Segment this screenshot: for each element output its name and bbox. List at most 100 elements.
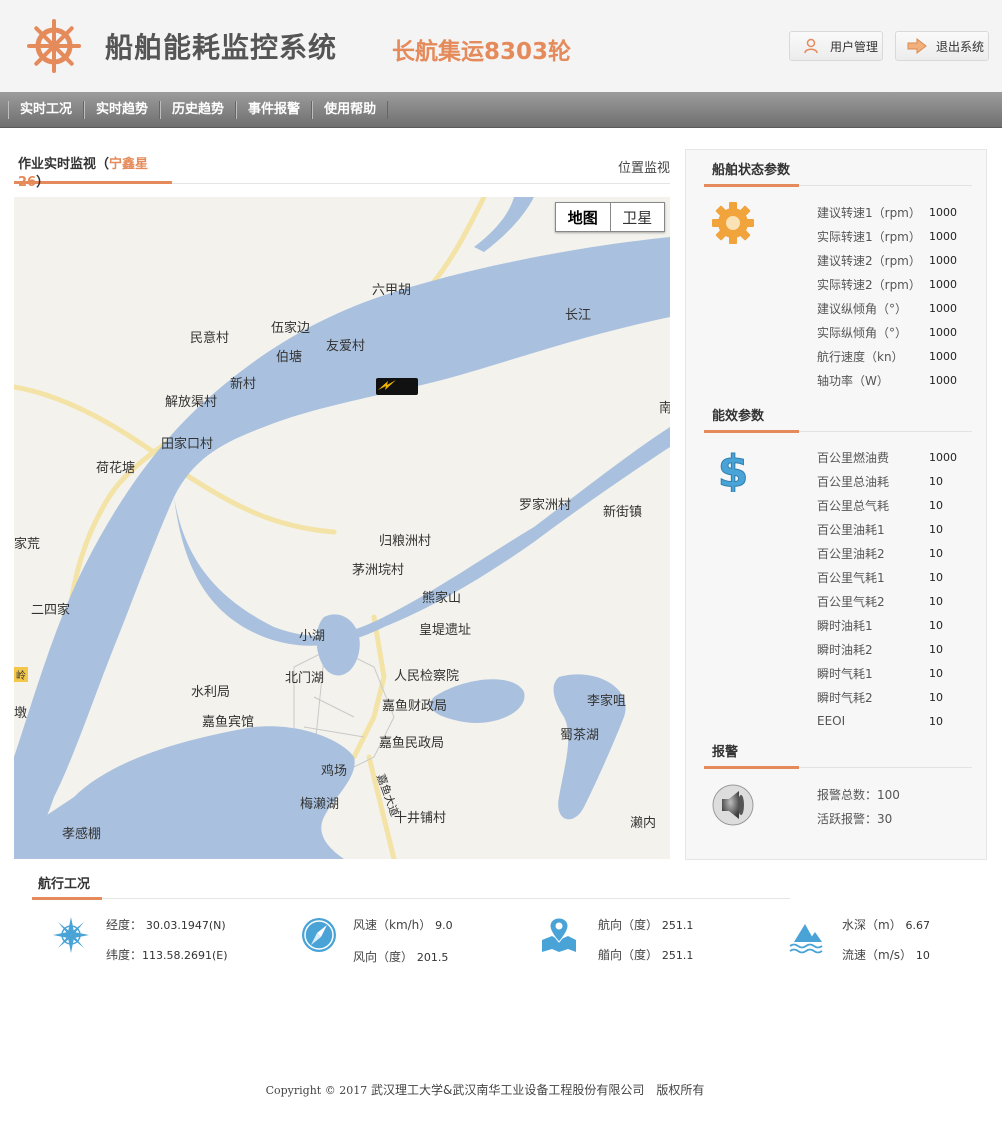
map-label: 伯塘	[276, 350, 303, 365]
nav-item-help[interactable]: 使用帮助	[312, 100, 389, 119]
alarm-header: 报警	[704, 732, 972, 769]
efficiency-row: 百公里总油耗 10	[817, 474, 943, 489]
sailing-header: 航行工况	[32, 872, 790, 900]
ship-status-row: 实际转速2（rpm） 1000	[817, 277, 957, 292]
user-management-label: 用户管理	[830, 39, 879, 54]
position-monitor-link[interactable]: 位置监视	[618, 157, 670, 176]
map-label: 皇堤遗址	[419, 623, 472, 638]
nav-item-history-trend[interactable]: 历史趋势	[160, 100, 237, 119]
efficiency-row: 百公里气耗1 10	[817, 570, 943, 585]
speaker-icon	[712, 784, 754, 826]
map-pin-icon	[542, 917, 576, 952]
map-label: 家荒	[14, 537, 41, 552]
map-label: 罗家洲村	[519, 498, 572, 513]
map-label: 田家口村	[161, 437, 214, 452]
efficiency-row: 百公里燃油费 1000	[817, 450, 957, 465]
map-type-toggle: 地图 卫星	[555, 202, 665, 232]
footer-copyright: Copyright © 2017 武汉理工大学&武汉南华工业设备工程股份有限公司…	[265, 1083, 705, 1097]
nav-item-realtime-trend[interactable]: 实时趋势	[84, 100, 161, 119]
compass-rose-icon	[53, 917, 89, 953]
system-title: 船舶能耗监控系统	[105, 31, 338, 64]
alarm-title: 报警	[704, 741, 799, 769]
heading-readout: 艏向（度） 251.1	[598, 948, 694, 962]
efficiency-header: 能效参数	[704, 396, 972, 433]
user-icon	[800, 37, 822, 55]
alarm-total: 报警总数：100	[817, 787, 900, 802]
water-depth-icon	[789, 924, 823, 954]
map-label: 归粮洲村	[379, 534, 432, 549]
sailing-title: 航行工况	[32, 873, 102, 900]
ship-status-row: 实际转速1（rpm） 1000	[817, 229, 957, 244]
map-type-map-button[interactable]: 地图	[556, 203, 611, 231]
course-readout: 航向（度） 251.1	[598, 918, 694, 932]
main-nav: 实时工况 实时趋势 历史趋势 事件报警 使用帮助	[0, 92, 1002, 128]
efficiency-title: 能效参数	[704, 405, 799, 433]
monitor-header: 作业实时监视（宁鑫星26） 位置监视	[14, 150, 670, 190]
map-label: 岭	[14, 667, 28, 682]
map-label: 熊家山	[422, 591, 462, 606]
wind-speed-readout: 风速（km/h） 9.0	[353, 918, 453, 932]
ship-position-marker[interactable]	[376, 378, 418, 395]
map-label: 蜀茶湖	[560, 728, 600, 743]
map-label: 孝感棚	[62, 827, 102, 842]
header: 船舶能耗监控系统 长航集运8303轮 用户管理 退出系统	[0, 0, 1002, 92]
efficiency-row: 百公里油耗1 10	[817, 522, 943, 537]
exit-system-button[interactable]: 退出系统	[895, 31, 989, 61]
map-label: 濑内	[630, 816, 657, 831]
map-label: 嘉鱼财政局	[382, 699, 448, 714]
map-label: 荷花塘	[96, 461, 136, 476]
nav-item-realtime-status[interactable]: 实时工况	[8, 100, 85, 119]
map-label: 梅濑湖	[300, 797, 340, 812]
nav-item-event-alarm[interactable]: 事件报警	[236, 100, 313, 119]
map-label: 解放渠村	[165, 395, 218, 410]
map-label: 北门湖	[285, 671, 325, 686]
map-label: 嘉鱼宾馆	[202, 715, 255, 730]
map-label: 民意村	[190, 331, 230, 346]
ship-status-row: 实际纵倾角（°） 1000	[817, 325, 957, 340]
exit-system-label: 退出系统	[936, 39, 985, 54]
ship-wheel-logo-icon	[27, 19, 81, 73]
ship-status-row: 建议纵倾角（°） 1000	[817, 301, 957, 316]
svg-text:$: $	[718, 446, 749, 492]
compass-icon	[302, 918, 336, 952]
dollar-icon: $	[717, 446, 749, 492]
efficiency-row: 瞬时气耗2 10	[817, 690, 943, 705]
map-label: 长江	[565, 308, 592, 323]
map-type-satellite-button[interactable]: 卫星	[611, 203, 665, 231]
ship-name: 长航集运8303轮	[392, 39, 572, 65]
map-label: 小湖	[299, 629, 326, 644]
map-label: 人民检察院	[394, 669, 460, 684]
water-depth-readout: 水深（m） 6.67	[842, 918, 931, 932]
current-speed-readout: 流速（m/s） 10	[842, 948, 930, 962]
status-panel: 船舶状态参数 建议转速1（rpm） 1000 实际转速1（rpm） 1000 建议转…	[685, 149, 987, 860]
map-label: 伍家边	[271, 321, 311, 336]
ship-status-header: 船舶状态参数	[704, 150, 972, 187]
map-label: 南	[659, 401, 670, 416]
map-label: 新村	[230, 377, 257, 392]
efficiency-row: 百公里气耗2 10	[817, 594, 943, 609]
gear-icon	[712, 202, 754, 244]
map-label: 水利局	[191, 685, 231, 700]
ship-icon	[378, 380, 396, 390]
ship-status-row: 航行速度（kn） 1000	[817, 349, 957, 364]
efficiency-row: 瞬时油耗2 10	[817, 642, 943, 657]
efficiency-row: 百公里总气耗 10	[817, 498, 943, 513]
longitude-readout: 经度： 30.03.1947(N)	[106, 918, 226, 932]
map-label: 六甲胡	[372, 283, 412, 298]
map-label: 鸡场	[321, 764, 348, 779]
efficiency-row: 百公里油耗2 10	[817, 546, 943, 561]
map-label: 墩	[14, 706, 28, 721]
alarm-active[interactable]: 活跃报警：30	[817, 806, 892, 830]
ship-status-row: 建议转速2（rpm） 1000	[817, 253, 957, 268]
map-label: 嘉鱼民政局	[379, 736, 445, 751]
efficiency-row: 瞬时油耗1 10	[817, 618, 943, 633]
map-label: 李家咀	[587, 694, 627, 709]
user-management-button[interactable]: 用户管理	[789, 31, 883, 61]
wind-direction-readout: 风向（度） 201.5	[353, 950, 449, 964]
map-label: 新街镇	[603, 505, 643, 520]
arrow-right-icon	[906, 37, 928, 55]
map-label: 二四家	[31, 603, 71, 618]
map-label: 茅洲垸村	[352, 563, 405, 578]
ship-status-row: 建议转速1（rpm） 1000	[817, 205, 957, 220]
map-view[interactable]: 六甲胡 长江 民意村 伍家边 友爱村 伯塘 新村 解放渠村 田家口村 荷花塘 罗…	[14, 197, 670, 859]
